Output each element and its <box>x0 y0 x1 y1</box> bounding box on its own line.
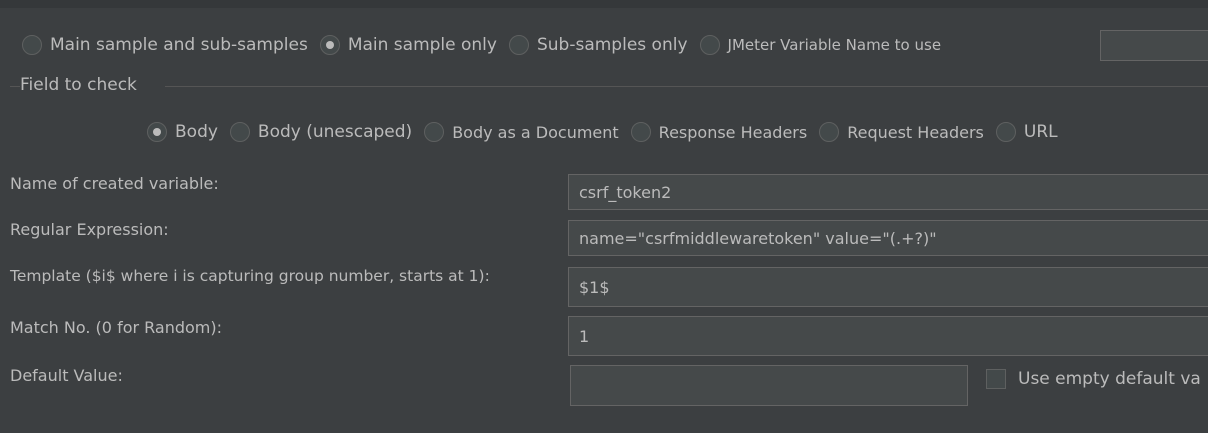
radio-label: Body as a Document <box>452 122 619 142</box>
use-empty-default-checkbox[interactable]: Use empty default va <box>986 369 1201 389</box>
default-value-label: Default Value: <box>10 366 123 385</box>
fieldset-border-left <box>10 86 20 87</box>
radio-circle <box>229 122 250 142</box>
radio-label: Response Headers <box>658 122 808 142</box>
radio-jmeter-variable[interactable]: JMeter Variable Name to use <box>699 35 942 55</box>
template-field[interactable]: $1$ <box>568 267 1208 307</box>
match-no-label: Match No. (0 for Random): <box>10 318 223 337</box>
use-empty-default-label: Use empty default va <box>1018 369 1201 389</box>
radio-label: URL <box>1023 122 1058 142</box>
radio-body-unescaped[interactable]: Body (unescaped) <box>229 122 413 142</box>
jmeter-variable-name-input[interactable] <box>1100 30 1208 61</box>
radio-circle <box>319 35 340 55</box>
radio-circle <box>630 122 651 142</box>
field-to-check-radio-group: Body Body (unescaped) Body as a Document… <box>147 122 1070 142</box>
variable-name-field[interactable]: csrf_token2 <box>568 174 1208 210</box>
radio-body-as-document[interactable]: Body as a Document <box>424 122 619 142</box>
regex-field[interactable]: name="csrfmiddlewaretoken" value="(.+?)" <box>568 220 1208 256</box>
radio-request-headers[interactable]: Request Headers <box>819 122 984 142</box>
default-value-field[interactable] <box>570 365 968 406</box>
checkbox-box <box>986 369 1006 389</box>
radio-circle <box>819 122 840 142</box>
radio-label: Sub-samples only <box>536 35 688 55</box>
radio-label: Request Headers <box>847 122 984 142</box>
radio-label: Body <box>175 122 218 142</box>
radio-main-and-sub-samples[interactable]: Main sample and sub-samples <box>22 35 308 55</box>
radio-circle <box>699 35 720 55</box>
radio-label: Main sample only <box>347 35 497 55</box>
radio-circle <box>147 122 167 142</box>
radio-circle <box>508 35 529 55</box>
radio-body[interactable]: Body <box>147 122 218 142</box>
variable-name-label: Name of created variable: <box>10 174 219 193</box>
radio-circle <box>424 122 445 142</box>
radio-main-sample-only[interactable]: Main sample only <box>319 35 497 55</box>
radio-label: Body (unescaped) <box>257 122 413 142</box>
radio-circle <box>22 35 42 55</box>
radio-label: Main sample and sub-samples <box>50 35 308 55</box>
radio-url[interactable]: URL <box>995 122 1058 142</box>
radio-label: JMeter Variable Name to use <box>727 36 942 54</box>
field-to-check-title: Field to check <box>20 75 140 95</box>
radio-circle <box>995 122 1016 142</box>
radio-sub-samples-only[interactable]: Sub-samples only <box>508 35 688 55</box>
radio-response-headers[interactable]: Response Headers <box>630 122 808 142</box>
cropped-top-strip <box>0 0 1208 8</box>
apply-to-radio-group: Main sample and sub-samples Main sample … <box>22 35 953 55</box>
fieldset-border-right <box>165 86 1208 87</box>
regex-label: Regular Expression: <box>10 220 169 239</box>
match-no-field[interactable]: 1 <box>568 316 1208 356</box>
template-label: Template ($i$ where i is capturing group… <box>10 267 490 285</box>
